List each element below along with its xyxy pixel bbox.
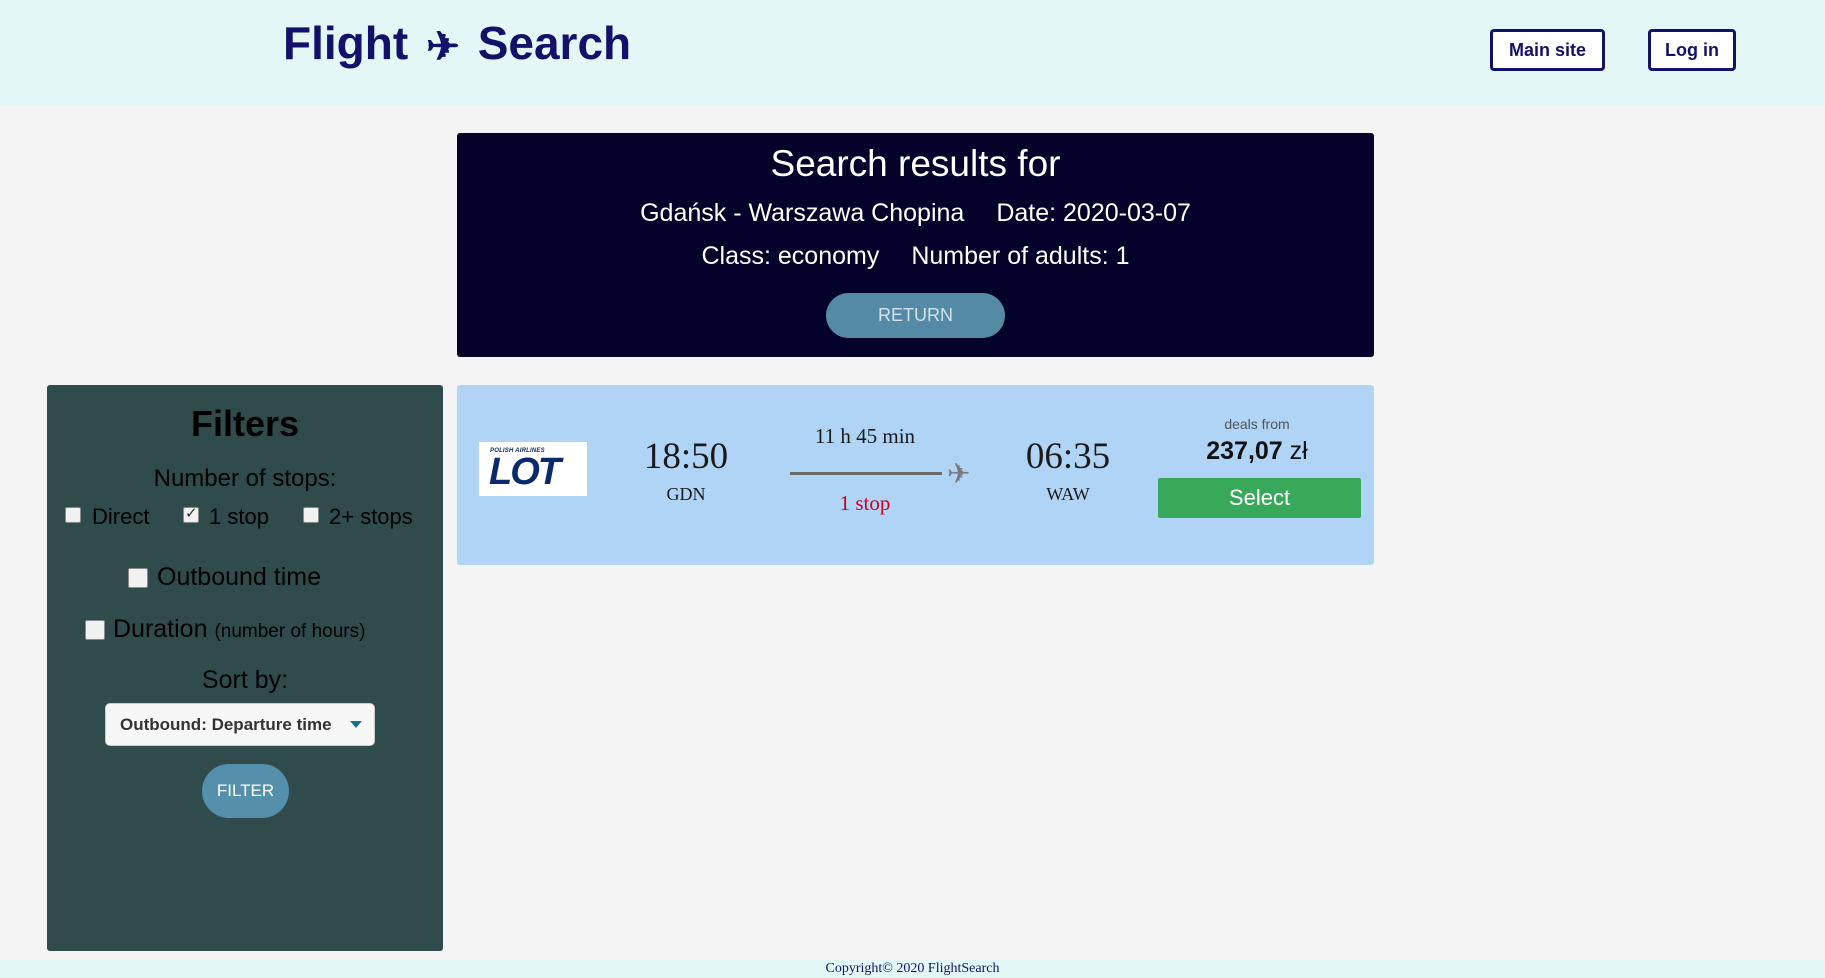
lot-airline-logo: POLISH AIRLINES LOT [479, 442, 587, 496]
duration-label: Duration (number of hours) [113, 615, 365, 644]
two-plus-stops-label: 2+ stops [329, 504, 413, 529]
airplane-icon: ✈ [426, 25, 460, 69]
sort-select[interactable]: Outbound: Departure time [105, 703, 375, 746]
airplane-icon: ✈ [947, 457, 971, 490]
sort-select-value: Outbound: Departure time [120, 714, 332, 734]
brand-word-flight: Flight [283, 17, 409, 69]
duration-checkbox[interactable] [85, 620, 105, 640]
deals-label: deals from [1224, 416, 1290, 432]
arrival-time: 06:35 [1025, 436, 1111, 477]
duration-label-text: Duration [113, 615, 208, 643]
stops-count: 1 stop [839, 491, 891, 515]
one-stop-label: 1 stop [209, 504, 269, 529]
price-currency: zł [1289, 437, 1308, 465]
summary-route-row: Gdańsk - Warszawa Chopina Date: 2020-03-0… [457, 199, 1374, 228]
flight-duration: 11 h 45 min [814, 424, 916, 448]
outbound-time-checkbox[interactable] [128, 568, 148, 588]
arrival-airport-code: WAW [1046, 484, 1090, 504]
stops-label: Number of stops: [153, 465, 337, 492]
brand-word-search: Search [477, 17, 632, 69]
filters-title: Filters [190, 403, 300, 444]
direct-label: Direct [92, 504, 150, 529]
sort-label: Sort by: [201, 666, 289, 694]
login-button[interactable]: Log in [1648, 29, 1736, 71]
summary-class-row: Class: economy Number of adults: 1 [457, 242, 1374, 271]
route-line [790, 472, 942, 475]
price: 237,07 zł [1157, 437, 1357, 466]
outbound-time-label: Outbound time [157, 563, 321, 591]
search-summary: Search results for Gdańsk - Warszawa Cho… [457, 133, 1374, 357]
summary-title: Search results for [770, 143, 1061, 184]
adults-text: Number of adults: 1 [911, 242, 1130, 270]
site-logo[interactable]: Flight ✈ Search [283, 16, 631, 70]
caret-down-icon [350, 721, 362, 728]
two-plus-stops-checkbox[interactable] [303, 507, 319, 523]
route-text: Gdańsk - Warszawa Chopina [640, 199, 965, 227]
price-amount: 237,07 [1206, 437, 1283, 465]
return-button[interactable]: RETURN [826, 293, 1005, 338]
departure-airport-code: GDN [666, 484, 706, 504]
footer: Copyright© 2020 FlightSearch [0, 960, 1825, 978]
logo-wordmark: LOT [489, 451, 561, 493]
top-header: Flight ✈ Search Main site Log in [0, 0, 1825, 105]
copyright-text: Copyright© 2020 FlightSearch [825, 961, 1000, 976]
one-stop-checkbox[interactable] [183, 504, 199, 523]
main-site-button[interactable]: Main site [1490, 29, 1605, 71]
filter-button[interactable]: FILTER [202, 764, 289, 818]
date-text: Date: 2020-03-07 [996, 199, 1191, 227]
filters-panel: Filters Number of stops: Direct 1 stop 2… [47, 385, 443, 951]
direct-checkbox[interactable] [65, 507, 81, 523]
select-flight-button[interactable]: Select [1158, 478, 1361, 518]
class-text: Class: economy [701, 242, 880, 270]
duration-note: (number of hours) [214, 621, 366, 642]
departure-time: 18:50 [643, 436, 729, 477]
flight-result-card: POLISH AIRLINES LOT 18:50 GDN 11 h 45 mi… [457, 385, 1374, 565]
